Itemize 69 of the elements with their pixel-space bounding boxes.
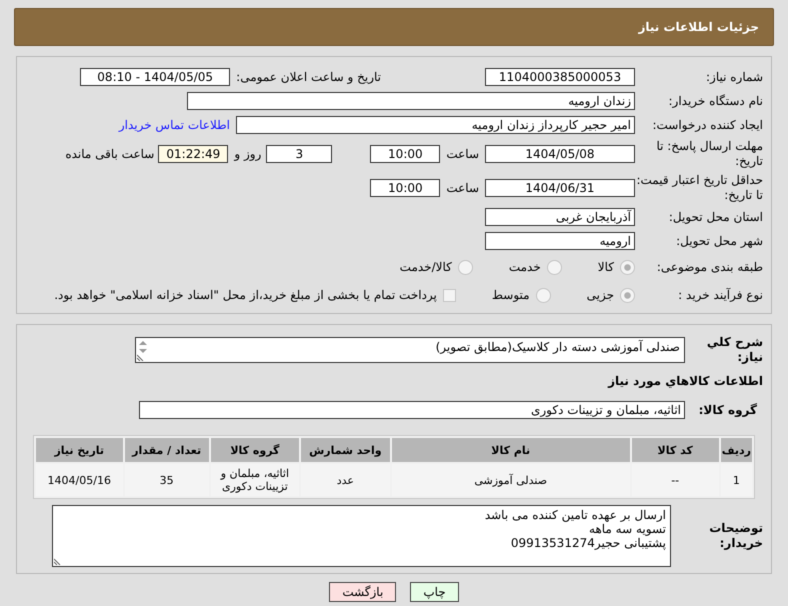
option-label: کالا/خدمت xyxy=(400,260,452,274)
field-label: طبقه بندی موضوعی: xyxy=(656,260,764,274)
radio-button[interactable] xyxy=(546,260,562,274)
time-field: 10:00 xyxy=(370,145,440,163)
treasury-label: پرداخت تمام یا بخشی از مبلغ خرید،از محل "اسناد خزانه اسلامی" خواهد بود. xyxy=(54,288,437,302)
print-button[interactable]: چاپ xyxy=(410,582,459,602)
field-label: تاریخ و ساعت اعلان عمومی: xyxy=(236,70,381,84)
field-label: شهر محل تحویل: xyxy=(675,234,764,248)
table-cell: 1404/05/16 xyxy=(36,464,123,496)
note-line: تسویه سه ماهه xyxy=(588,522,666,536)
radio-button[interactable] xyxy=(536,288,551,302)
date-field: 1404/05/08 xyxy=(485,145,635,163)
table-cell: 35 xyxy=(124,464,209,496)
days-label: روز و xyxy=(234,147,262,161)
field-label: ایجاد کننده درخواست: xyxy=(651,118,764,132)
date-field: 1404/06/31 xyxy=(485,179,635,197)
field-label: گروه کالا: xyxy=(698,402,758,418)
table-cell: صندلی آموزشی xyxy=(392,464,630,496)
section-heading: اطلاعات کالاهاي مورد نياز xyxy=(608,374,764,388)
days-field: 3 xyxy=(266,145,332,163)
table-cell: -- xyxy=(632,464,719,496)
column-header: نام کالا xyxy=(392,438,630,462)
page-title: جزئیات اطلاعات نیاز xyxy=(638,20,759,34)
field-label: حداقل تاریخ اعتبار قیمت: تا تاریخ: xyxy=(635,173,764,203)
column-header: تاریخ نیاز xyxy=(36,438,123,462)
field-label: مهلت ارسال پاسخ: تا تاریخ: xyxy=(655,139,764,169)
buyer-notes-field[interactable]: ارسال بر عهده تامین کننده می باشد تسویه سه ماهه پشتیبانی حجیر09913531274 xyxy=(52,505,671,567)
option-label: خدمت xyxy=(508,260,541,274)
radio-button[interactable] xyxy=(620,288,635,302)
remaining-time-field: 01:22:49 xyxy=(158,145,228,163)
contact-link[interactable]: اطلاعات تماس خریدار xyxy=(118,118,230,132)
note-line: ارسال بر عهده تامین کننده می باشد xyxy=(484,508,666,522)
column-header: ردیف xyxy=(720,438,752,462)
table-cell: اثاثیه، مبلمان و تزیینات دکوری xyxy=(210,464,299,496)
checkbox[interactable] xyxy=(442,288,456,302)
announce-date-field: 1404/05/05 - 08:10 xyxy=(80,68,230,86)
table-cell: 1 xyxy=(720,464,752,496)
goods-group-field: اثاثیه، مبلمان و تزیینات دکوری xyxy=(139,401,685,419)
option-label: جزیی xyxy=(586,288,614,302)
column-header: کد کالا xyxy=(632,438,719,462)
radio-button[interactable] xyxy=(620,260,635,274)
need-number-field: 1104000385000053 xyxy=(485,68,635,86)
column-header: گروه کالا xyxy=(210,438,299,462)
province-field: آذربایجان غربی xyxy=(485,208,635,226)
field-label: استان محل تحویل: xyxy=(668,210,764,224)
description-field[interactable]: صندلی آموزشی دسته دار کلاسیک(مطابق تصویر) xyxy=(135,337,685,363)
city-field: ارومیه xyxy=(485,232,635,250)
option-label: کالا xyxy=(598,260,614,274)
note-line: پشتیبانی حجیر09913531274 xyxy=(510,536,666,550)
scroll-arrows-icon[interactable] xyxy=(138,340,148,354)
table-cell: عدد xyxy=(300,464,390,496)
remaining-label: ساعت باقی مانده xyxy=(65,147,154,161)
buyer-org-field: زندان ارومیه xyxy=(187,92,635,110)
column-header: واحد شمارش xyxy=(300,438,390,462)
field-label: نوع فرآیند خرید : xyxy=(677,288,764,302)
field-label: شرح کلي نياز: xyxy=(706,335,764,365)
requester-field: امیر حجیر کارپرداز زندان ارومیه xyxy=(236,116,635,134)
resize-grip-icon[interactable] xyxy=(137,353,145,361)
resize-grip-icon[interactable] xyxy=(54,557,62,565)
field-label: شماره نیاز: xyxy=(705,70,764,84)
field-label: توضیحات خریدار: xyxy=(708,521,764,551)
time-field: 10:00 xyxy=(370,179,440,197)
option-label: متوسط xyxy=(492,288,530,302)
radio-button[interactable] xyxy=(458,260,473,274)
field-label: نام دستگاه خریدار: xyxy=(668,94,764,108)
back-button[interactable]: بازگشت xyxy=(329,582,396,602)
column-header: تعداد / مقدار xyxy=(124,438,209,462)
time-label: ساعت xyxy=(446,181,479,195)
time-label: ساعت xyxy=(446,147,479,161)
